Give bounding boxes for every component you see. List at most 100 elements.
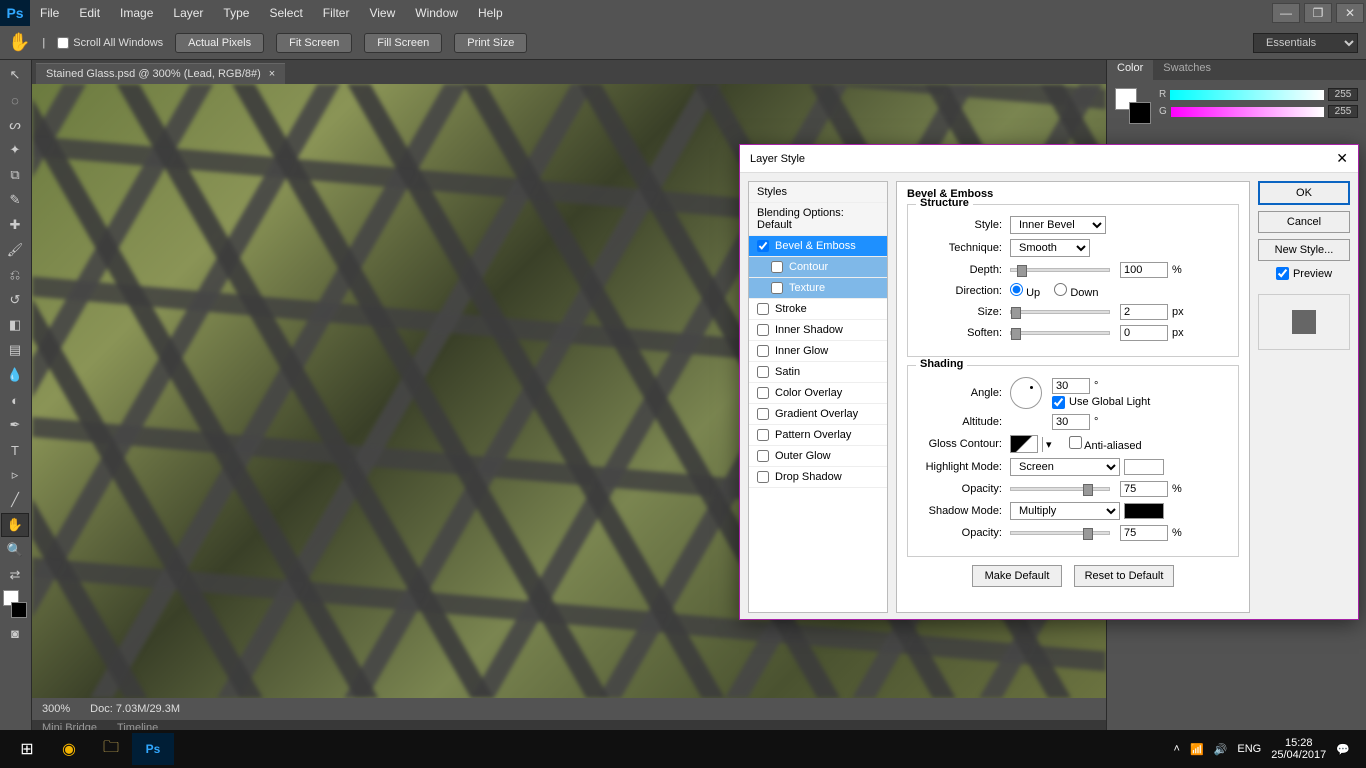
stamp-tool[interactable]: ⎌ [1,263,29,287]
minimize-button[interactable]: — [1272,3,1300,23]
blending-options-item[interactable]: Blending Options: Default [749,203,887,236]
menu-window[interactable]: Window [405,6,468,20]
menu-image[interactable]: Image [110,6,163,20]
angle-dial[interactable] [1010,377,1042,409]
language-indicator[interactable]: ENG [1237,743,1261,755]
scroll-all-checkbox[interactable] [57,37,69,49]
menu-file[interactable]: File [30,6,69,20]
style-item-color-overlay[interactable]: Color Overlay [749,383,887,404]
style-item-gradient-overlay[interactable]: Gradient Overlay [749,404,887,425]
volume-icon[interactable]: 🔊 [1214,743,1228,756]
swap-colors-icon[interactable]: ⇄ [1,563,29,587]
style-checkbox[interactable] [757,450,769,462]
workspace-selector[interactable]: Essentials [1253,33,1358,53]
style-checkbox[interactable] [757,429,769,441]
quick-mask-tool[interactable]: ◙ [1,621,29,645]
cancel-button[interactable]: Cancel [1258,211,1350,233]
type-tool[interactable]: T [1,438,29,462]
technique-select[interactable]: Smooth [1010,239,1090,257]
style-item-contour[interactable]: Contour [749,257,887,278]
size-input[interactable] [1120,304,1168,320]
style-item-outer-glow[interactable]: Outer Glow [749,446,887,467]
make-default-button[interactable]: Make Default [972,565,1062,587]
style-checkbox[interactable] [771,282,783,294]
style-item-pattern-overlay[interactable]: Pattern Overlay [749,425,887,446]
dialog-titlebar[interactable]: Layer Style ✕ [740,145,1358,173]
scroll-all-windows-check[interactable]: Scroll All Windows [57,37,163,49]
dialog-close-icon[interactable]: ✕ [1336,150,1348,167]
gloss-contour-picker[interactable] [1010,435,1038,453]
photoshop-taskbar-icon[interactable]: Ps [132,733,174,765]
style-checkbox[interactable] [757,366,769,378]
style-checkbox[interactable] [757,387,769,399]
dodge-tool[interactable]: ◐ [1,388,29,412]
fill-screen-button[interactable]: Fill Screen [364,33,442,53]
close-button[interactable]: ✕ [1336,3,1364,23]
style-checkbox[interactable] [757,303,769,315]
new-style-button[interactable]: New Style... [1258,239,1350,261]
marquee-tool[interactable]: ◌ [1,88,29,112]
direction-down-radio[interactable]: Down [1054,283,1098,299]
eraser-tool[interactable]: ◧ [1,313,29,337]
eyedropper-tool[interactable]: ✎ [1,188,29,212]
heal-tool[interactable]: ✚ [1,213,29,237]
style-item-texture[interactable]: Texture [749,278,887,299]
gradient-tool[interactable]: ▤ [1,338,29,362]
move-tool[interactable]: ↖ [1,63,29,87]
menu-layer[interactable]: Layer [163,6,213,20]
depth-input[interactable] [1120,262,1168,278]
style-item-drop-shadow[interactable]: Drop Shadow [749,467,887,488]
chrome-icon[interactable]: ◉ [48,733,90,765]
style-item-satin[interactable]: Satin [749,362,887,383]
notification-icon[interactable]: 💬 [1336,743,1350,756]
background-color[interactable] [1129,102,1151,124]
lasso-tool[interactable]: ᔕ [1,113,29,137]
style-checkbox[interactable] [771,261,783,273]
g-value-input[interactable] [1328,105,1358,118]
explorer-icon[interactable]: 🗀 [90,733,132,765]
menu-type[interactable]: Type [213,6,259,20]
color-swatch-box[interactable] [1115,88,1151,124]
style-checkbox[interactable] [757,240,769,252]
print-size-button[interactable]: Print Size [454,33,527,53]
start-button[interactable]: ⊞ [6,733,48,765]
r-slider[interactable] [1170,90,1324,100]
color-tab[interactable]: Color [1107,60,1153,80]
wand-tool[interactable]: ✦ [1,138,29,162]
style-checkbox[interactable] [757,324,769,336]
soften-slider[interactable] [1010,331,1110,335]
style-item-inner-glow[interactable]: Inner Glow [749,341,887,362]
shadow-mode-select[interactable]: Multiply [1010,502,1120,520]
highlight-opacity-slider[interactable] [1010,487,1110,491]
path-tool[interactable]: ▹ [1,463,29,487]
close-tab-icon[interactable]: × [269,68,275,80]
direction-up-radio[interactable]: Up [1010,283,1040,299]
pen-tool[interactable]: ✒ [1,413,29,437]
shadow-color-chip[interactable] [1124,503,1164,519]
angle-input[interactable] [1052,378,1090,394]
preview-check[interactable]: Preview [1258,267,1350,280]
size-slider[interactable] [1010,310,1110,314]
wifi-icon[interactable]: 📶 [1190,743,1204,756]
history-brush-tool[interactable]: ↺ [1,288,29,312]
reset-default-button[interactable]: Reset to Default [1074,565,1174,587]
crop-tool[interactable]: ⧉ [1,163,29,187]
menu-filter[interactable]: Filter [313,6,360,20]
ok-button[interactable]: OK [1258,181,1350,205]
blur-tool[interactable]: 💧 [1,363,29,387]
style-select[interactable]: Inner Bevel [1010,216,1106,234]
style-checkbox[interactable] [757,345,769,357]
line-tool[interactable]: ╱ [1,488,29,512]
r-value-input[interactable] [1328,88,1358,101]
contour-dropdown-icon[interactable]: ▾ [1042,437,1055,452]
shadow-opacity-slider[interactable] [1010,531,1110,535]
depth-slider[interactable] [1010,268,1110,272]
actual-pixels-button[interactable]: Actual Pixels [175,33,264,53]
highlight-mode-select[interactable]: Screen [1010,458,1120,476]
menu-edit[interactable]: Edit [69,6,110,20]
altitude-input[interactable] [1052,414,1090,430]
global-light-check[interactable]: Use Global Light [1052,396,1150,409]
soften-input[interactable] [1120,325,1168,341]
swatches-tab[interactable]: Swatches [1153,60,1221,80]
styles-header[interactable]: Styles [749,182,887,203]
